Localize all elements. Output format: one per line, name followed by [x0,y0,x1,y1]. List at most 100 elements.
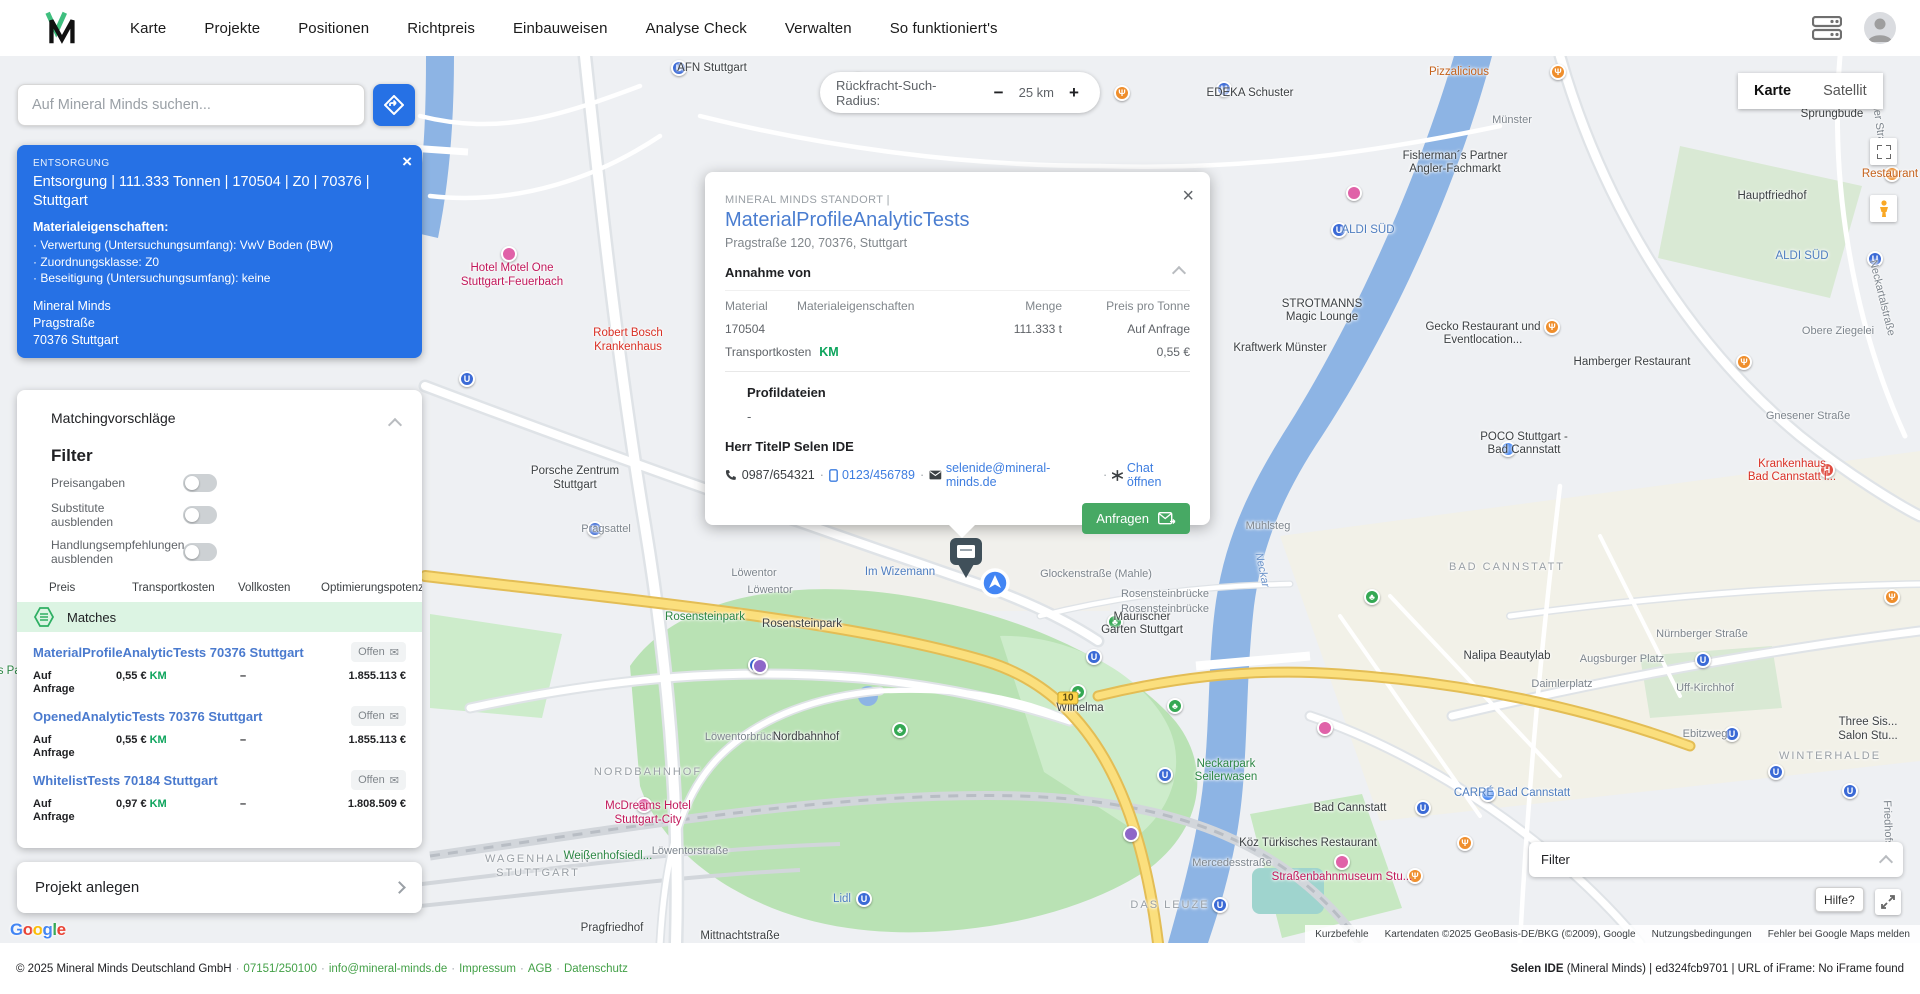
mineral-minds-logo[interactable] [40,7,82,49]
match-status-badge[interactable]: Offen ✉ [351,770,406,790]
popup-transport-label: Transportkosten [725,345,812,359]
map-type-switch: Karte Satellit [1738,73,1883,109]
chevron-right-icon [393,881,406,894]
match-row: OpenedAnalyticTests 70376 Stuttgart Offe… [33,706,406,760]
toggle-switch[interactable] [183,506,217,524]
popup-column-header: Materialeigenschaften [797,299,915,313]
nav-item-so-funktioniert-s[interactable]: So funktioniert's [890,20,998,37]
footer-link[interactable]: Datenschutz [564,963,628,975]
nav-item-einbauweisen[interactable]: Einbauweisen [513,20,608,37]
popup-title[interactable]: MaterialProfileAnalyticTests [725,209,1190,232]
popup-contact-row: 0987/654321 · 0123/456789 · selenide@min… [725,461,1190,489]
column-header: Optimierungspotenzial [321,582,422,594]
toggle-switch[interactable] [183,474,217,492]
column-header: Transportkosten [132,582,215,594]
create-project-card[interactable]: Projekt anlegen [17,862,422,913]
disposal-property: Verwertung (Untersuchungsumfang): VwV Bo… [33,237,406,254]
popup-column-header: Menge [1025,299,1062,313]
match-column-headers: Preis Transportkosten Vollkosten Optimierun… [33,582,422,594]
map-canvas[interactable]: UUUUUUUUUUUUUUUUUΨΨΨΨΨΨΨΨ♣♣♣♣♣HH AFN Stu… [0,56,1920,943]
disposal-property: Beseitigung (Untersuchungsumfang): keine [33,270,406,287]
attribution-item: Kartendaten ©2025 GeoBasis-DE/BKG (©2009… [1384,928,1636,940]
match-vollkosten: – [240,734,247,746]
match-row: MaterialProfileAnalyticTests 70376 Stutt… [33,642,406,696]
search-row [17,84,415,126]
pegman-icon [1879,199,1888,217]
footer-link[interactable]: AGB [528,963,552,975]
toggle-label: Handlungsempfehlungen ausblenden [51,538,185,566]
popup-transport-unit: KM [819,345,839,359]
popup-material-table: Material Materialeigenschaften Menge Preis … [725,290,1190,336]
chat-asterisk-icon [1112,469,1123,481]
column-header: Preis [49,582,76,594]
map-type-karte-button[interactable]: Karte [1738,73,1808,109]
directions-button[interactable] [373,84,415,126]
anfragen-button[interactable]: Anfragen [1082,503,1190,534]
popup-section-heading: Annahme von [725,265,811,280]
disposal-properties-heading: Materialeigenschaften: [33,220,169,234]
matches-group-label: Matches [67,609,117,625]
disposal-properties-list: Verwertung (Untersuchungsumfang): VwV Bo… [33,237,406,287]
disposal-city: 70376 Stuttgart [33,332,119,347]
match-title-link[interactable]: WhitelistTests 70184 Stuttgart [33,773,218,788]
popup-email-link[interactable]: selenide@mineral-minds.de [929,461,1098,489]
map-attribution-bar: Kurzbefehle Kartendaten ©2025 GeoBasis-DE… [1305,925,1920,943]
pegman-button[interactable] [1870,195,1897,222]
match-title-link[interactable]: OpenedAnalyticTests 70376 Stuttgart [33,709,263,724]
route-10-badge: 10 [1057,691,1079,705]
disposal-info-card: × ENTSORGUNG Entsorgung | 111.333 Tonnen… [17,145,422,358]
match-row: WhitelistTests 70184 Stuttgart Offen ✉ Au… [33,770,406,824]
main-nav: Karte Projekte Positionen Richtpreis Einbauw… [130,20,998,37]
search-input[interactable] [17,84,365,126]
phone-icon [725,470,736,480]
nav-item-positionen[interactable]: Positionen [298,20,369,37]
google-logo: Google [10,920,66,939]
directions-icon [384,95,404,115]
radius-plus-button[interactable]: + [1064,83,1084,103]
popup-column-header: Preis pro Tonne [1106,299,1190,313]
nav-item-projekte[interactable]: Projekte [204,20,260,37]
match-status-badge[interactable]: Offen ✉ [351,642,406,662]
footer-link[interactable]: info@mineral-minds.de [329,963,447,975]
popup-close-icon[interactable]: × [1182,186,1194,206]
radius-label: Rückfracht-Such-Radius: [836,77,937,108]
top-nav-bar: Karte Projekte Positionen Richtpreis Einbauw… [0,0,1920,56]
nav-item-richtpreis[interactable]: Richtpreis [407,20,475,37]
footer-link[interactable]: Impressum [459,963,516,975]
match-status-badge[interactable]: Offen ✉ [351,706,406,726]
popup-section-collapse-icon[interactable] [1171,265,1187,280]
radius-minus-button[interactable]: − [989,83,1009,103]
popup-mobile-link[interactable]: 0123/456789 [829,468,915,482]
popup-column-header: Material [725,299,768,313]
column-header: Vollkosten [238,582,291,594]
help-button[interactable]: Hilfe? [1815,887,1864,912]
footer-session-label: Selen IDE [1510,962,1564,975]
attribution-item[interactable]: Nutzungsbedingungen [1652,929,1752,940]
fullscreen-button[interactable] [1870,138,1897,165]
map-type-satellit-button[interactable]: Satellit [1807,73,1883,109]
diagonal-arrows-icon [1881,895,1895,909]
match-price: Auf Anfrage [33,798,75,823]
map-filter-panel[interactable]: Filter [1529,842,1903,877]
envelope-icon: ✉ [389,710,399,723]
popup-kicker: MINERAL MINDS STANDORT | [725,194,890,206]
popup-files-heading: Profildateien [747,385,826,400]
server-stack-icon[interactable] [1812,16,1842,40]
match-vollkosten: – [240,798,247,810]
footer-link[interactable]: 07151/250100 [243,963,317,975]
disposal-property: Zuordnungsklasse: Z0 [33,254,406,271]
match-price: Auf Anfrage [33,670,75,695]
map-filter-collapse-icon[interactable] [1878,854,1894,869]
nav-item-karte[interactable]: Karte [130,20,166,37]
attribution-item[interactable]: Fehler bei Google Maps melden [1768,929,1910,940]
nav-item-verwalten[interactable]: Verwalten [785,20,852,37]
user-avatar[interactable] [1864,12,1896,44]
toggle-switch[interactable] [183,543,217,561]
attribution-item[interactable]: Kurzbefehle [1315,929,1368,940]
expand-map-button[interactable] [1875,889,1901,915]
popup-phone: 0987/654321 [741,468,815,482]
nav-item-analyse-check[interactable]: Analyse Check [646,20,747,37]
match-title-link[interactable]: MaterialProfileAnalyticTests 70376 Stutt… [33,645,304,660]
popup-table-cell: Auf Anfrage [1127,322,1190,336]
popup-chat-link[interactable]: Chat öffnen [1112,461,1190,489]
